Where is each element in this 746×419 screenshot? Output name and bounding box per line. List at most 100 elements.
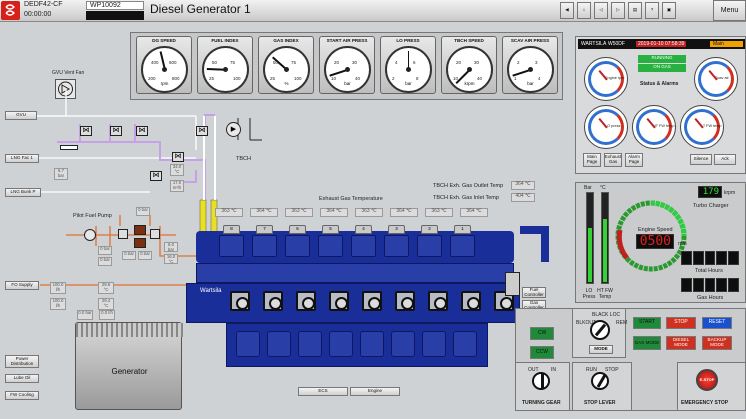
cylinder-4[interactable]: 4 bbox=[355, 225, 372, 234]
turbocharger-icon[interactable]: ▶ bbox=[226, 122, 241, 137]
alarm-page-button[interactable]: Alarm Page bbox=[625, 153, 643, 167]
value-box: 16.0 °C bbox=[164, 254, 178, 264]
outlet-temp-label: TBCH Exh. Gas Outlet Temp bbox=[433, 183, 504, 189]
cylinder-7[interactable]: 7 bbox=[256, 225, 273, 234]
backup-mode-button[interactable]: BACKUP MODE bbox=[702, 336, 732, 350]
cylinder-temp: 363 ℃ bbox=[425, 208, 453, 217]
inspection-cover bbox=[329, 291, 349, 311]
value-box: 29.6 °C bbox=[98, 282, 114, 294]
inspection-cover bbox=[296, 291, 316, 311]
engine-brand-label: Wartsila bbox=[200, 288, 222, 294]
pilot-valve-icon[interactable] bbox=[150, 229, 160, 239]
engine-speed-label: Engine Speed bbox=[638, 227, 673, 233]
mini-gauge: LT FW temp bbox=[680, 105, 724, 149]
rpm-unit: rpm bbox=[678, 241, 687, 247]
value-box: 100.0 l/h bbox=[50, 282, 66, 294]
crankcase-door bbox=[360, 331, 384, 357]
diesel-mode-button[interactable]: DIESEL MODE bbox=[666, 336, 696, 350]
reset-button[interactable]: RESET bbox=[702, 317, 732, 329]
cylinder-head bbox=[219, 235, 244, 257]
black-loc-label: BLACK LOC bbox=[592, 312, 621, 318]
pilot-valve-icon[interactable] bbox=[118, 229, 128, 239]
valve-icon[interactable]: ⋈ bbox=[150, 171, 162, 181]
ccw-button[interactable]: CCW bbox=[530, 346, 554, 359]
engine-button[interactable]: Engine bbox=[350, 387, 400, 396]
crankcase-door bbox=[391, 331, 415, 357]
value-box: 6.7 bar bbox=[54, 168, 68, 180]
mode-switch[interactable] bbox=[590, 320, 610, 340]
crankcase-door bbox=[236, 331, 260, 357]
cylinder-head bbox=[351, 235, 376, 257]
silence-button[interactable]: Silence bbox=[690, 154, 712, 165]
cylinder-temp: 363 ℃ bbox=[355, 208, 383, 217]
inspection-cover bbox=[428, 291, 448, 311]
status-datetime: 2019-01-10 07:58:39 bbox=[636, 41, 687, 47]
status-main: Main bbox=[710, 41, 743, 47]
ecs-button[interactable]: ECS bbox=[298, 387, 348, 396]
value-box: 0 bar bbox=[122, 251, 136, 260]
cylinder-3[interactable]: 3 bbox=[388, 225, 405, 234]
lo-press-bar bbox=[586, 192, 594, 284]
bar-label: Bar bbox=[584, 185, 592, 191]
valve-icon[interactable]: ⋈ bbox=[136, 126, 148, 136]
crankcase-door bbox=[329, 331, 353, 357]
value-box: 0.0 l/h bbox=[99, 310, 115, 320]
gas-mode-button[interactable]: GAS MODE bbox=[633, 336, 661, 350]
htfw-temp-bar bbox=[601, 192, 609, 284]
valve-icon[interactable]: ⋈ bbox=[196, 126, 208, 136]
engine-block[interactable]: 8 7 6 5 4 3 2 1 Wartsila bbox=[186, 225, 520, 381]
cylinder-head bbox=[318, 235, 343, 257]
mini-gauge-label: LT FW temp bbox=[701, 124, 722, 128]
value-box: 0.0 bar bbox=[77, 310, 93, 320]
cylinder-8[interactable]: 8 bbox=[223, 225, 240, 234]
ack-button[interactable]: Ack bbox=[714, 154, 736, 165]
inspection-cover bbox=[230, 291, 250, 311]
valve-icon[interactable]: ⋈ bbox=[110, 126, 122, 136]
pilot-pump-icon[interactable] bbox=[84, 229, 96, 241]
cylinder-head bbox=[417, 235, 442, 257]
status-title: Status & Alarms bbox=[640, 81, 679, 87]
total-hours-display bbox=[681, 251, 739, 265]
cylinder-head bbox=[252, 235, 277, 257]
cylinder-temp: 364 ℃ bbox=[250, 208, 278, 217]
stop-lever-label: STOP LEVER bbox=[584, 400, 616, 406]
main-page-button[interactable]: Main Page bbox=[583, 153, 601, 167]
outlet-temp-value: 364 ℃ bbox=[511, 181, 535, 190]
cylinder-2[interactable]: 2 bbox=[421, 225, 438, 234]
generator[interactable]: Generator bbox=[75, 322, 183, 410]
cylinder-temp: 364 ℃ bbox=[460, 208, 488, 217]
cylinder-temp: 363 ℃ bbox=[285, 208, 313, 217]
value-box: 17.0 m³/h bbox=[170, 180, 184, 192]
cylinder-head bbox=[285, 235, 310, 257]
turbo-label: Turbo Charger bbox=[693, 203, 729, 209]
mini-gauge-label: Engine rpm bbox=[605, 76, 625, 80]
inlet-temp-value: 404 ℃ bbox=[511, 193, 535, 202]
valve-icon[interactable]: ⋈ bbox=[80, 126, 92, 136]
stop-lever-switch[interactable] bbox=[591, 372, 609, 390]
cw-button[interactable]: CW bbox=[530, 327, 554, 340]
local-panel bbox=[505, 272, 520, 296]
inspection-cover bbox=[395, 291, 415, 311]
emergency-stop-button[interactable]: E-STOP bbox=[696, 369, 718, 391]
value-box: 6.0 bar bbox=[164, 242, 178, 252]
valve-icon[interactable]: ⋈ bbox=[172, 152, 184, 162]
gas-hours-display bbox=[681, 278, 739, 292]
cylinder-1[interactable]: 1 bbox=[454, 225, 471, 234]
htfw-temp-label: HT FW Temp bbox=[597, 288, 613, 300]
stop-button[interactable]: STOP bbox=[666, 317, 696, 329]
mini-gauge: Scav air bbox=[694, 57, 738, 101]
exhaust-gas-button[interactable]: Exhaust Gas bbox=[604, 153, 622, 167]
turning-gear-label: TURNING GEAR bbox=[522, 400, 561, 406]
turning-gear-switch[interactable] bbox=[532, 372, 550, 390]
cylinder-5[interactable]: 5 bbox=[322, 225, 339, 234]
inspection-cover bbox=[461, 291, 481, 311]
start-button[interactable]: START bbox=[633, 317, 661, 329]
inspection-cover bbox=[362, 291, 382, 311]
pilot-pump-label: Pilot Fuel Pump bbox=[73, 213, 112, 219]
stop-label: STOP bbox=[605, 367, 619, 373]
inlet-temp-label: TBCH Exh. Gas Inlet Temp bbox=[433, 195, 499, 201]
rem-label: REM bbox=[616, 320, 628, 326]
pilot-filter-icon bbox=[134, 225, 146, 235]
cylinder-6[interactable]: 6 bbox=[289, 225, 306, 234]
fuel-controller-button[interactable]: Fuel Controller bbox=[522, 287, 546, 298]
